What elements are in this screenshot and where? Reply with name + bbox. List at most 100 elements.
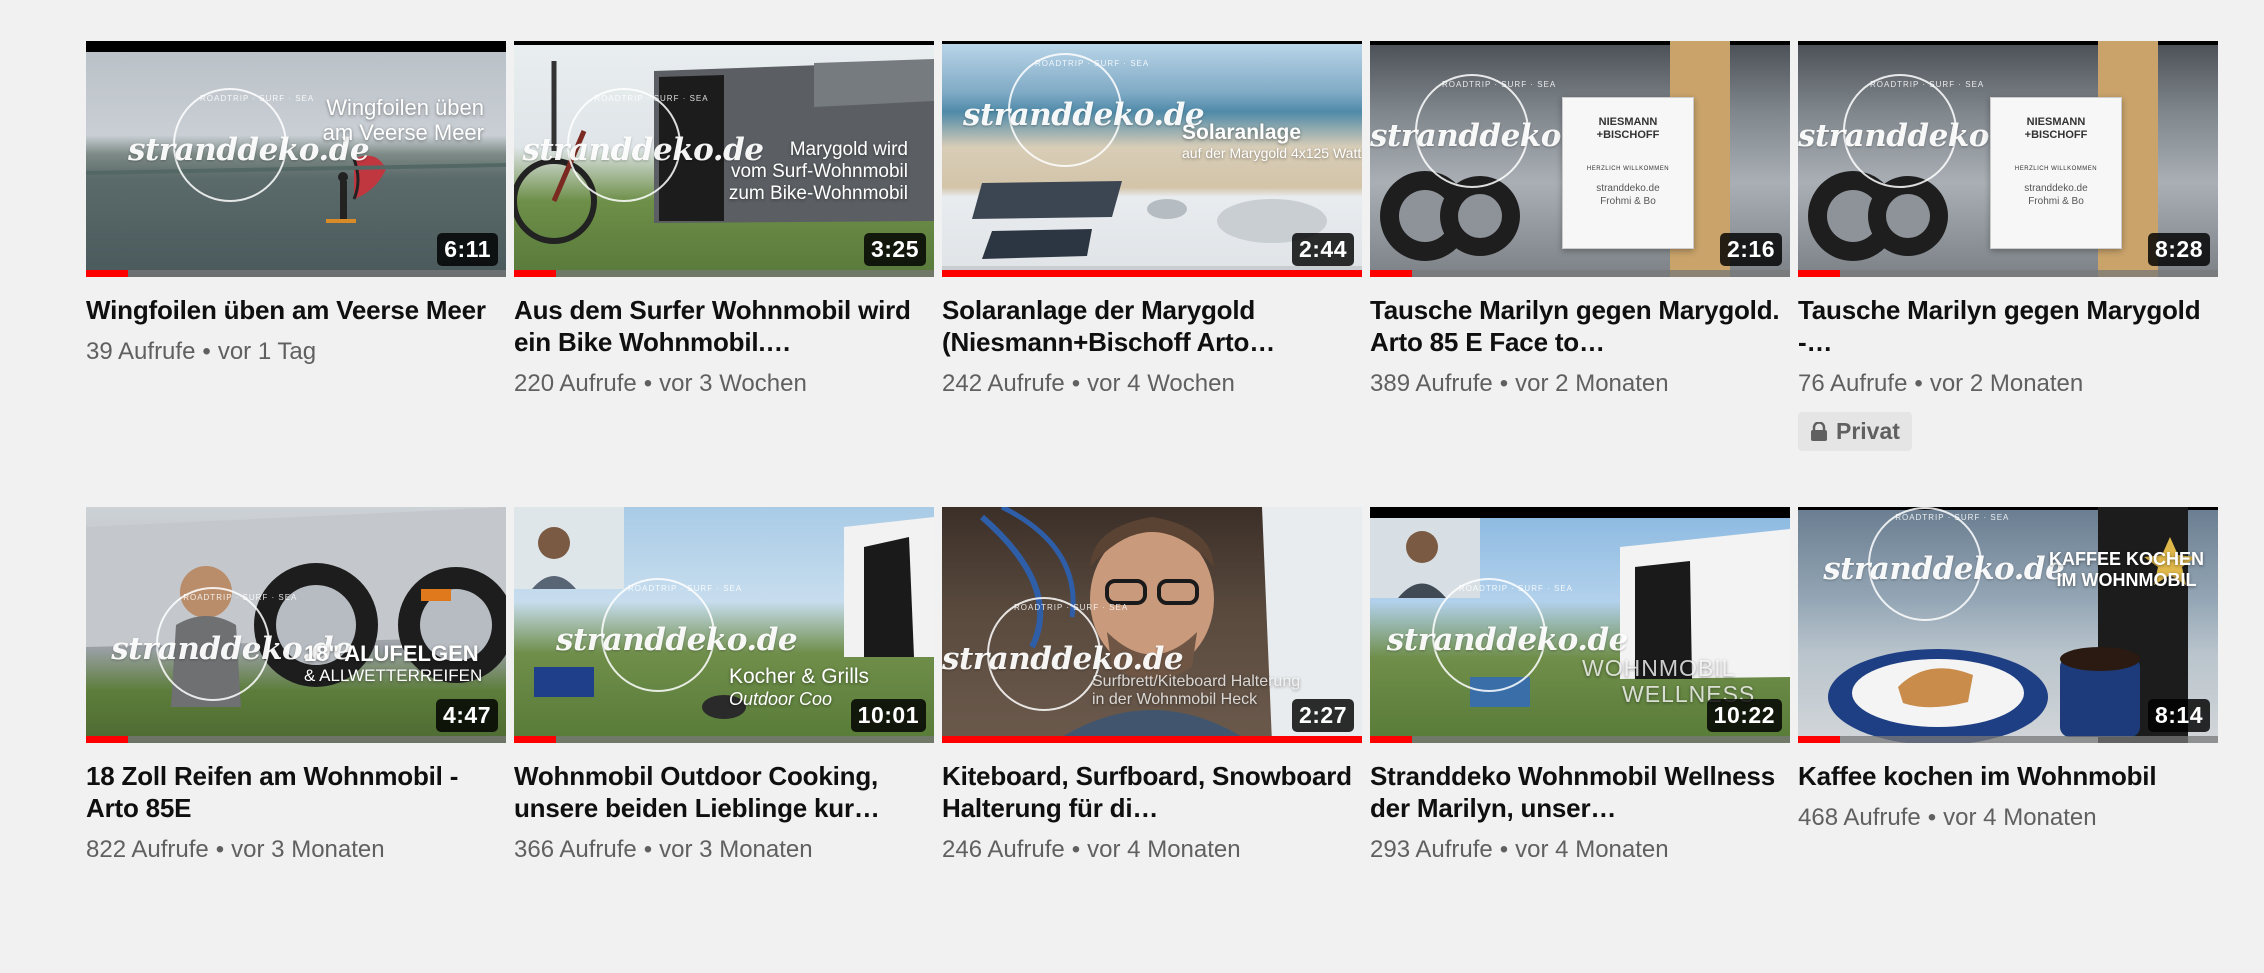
brand-logo: ROADTRIP · SURF · SEA stranddeko.de	[556, 577, 798, 708]
watch-progress-track	[1798, 270, 2218, 277]
video-title[interactable]: Aus dem Surfer Wohnmobil wird ein Bike W…	[514, 294, 934, 358]
watch-progress-fill	[86, 736, 128, 743]
watch-progress-track	[1370, 270, 1790, 277]
video-title[interactable]: Wingfoilen üben am Veerse Meer	[86, 294, 506, 326]
thumbnail-overlay-text: 18" ALUFELGEN & ALLWETTERREIFEN	[304, 641, 483, 686]
video-card[interactable]: ROADTRIP · SURF · SEA stranddeko.de Surf…	[942, 507, 1362, 973]
video-title[interactable]: 18 Zoll Reifen am Wohnmobil - Arto 85E	[86, 760, 506, 824]
video-card[interactable]: ROADTRIP · SURF · SEA stranddeko.de 18" …	[86, 507, 506, 973]
view-count: 468 Aufrufe	[1798, 804, 1921, 831]
watch-progress-fill	[1798, 270, 1840, 277]
brand-logo: ROADTRIP · SURF · SEA stranddeko.de	[963, 52, 1205, 183]
video-thumbnail[interactable]: ROADTRIP · SURF · SEA stranddeko.de 18" …	[86, 507, 506, 743]
thumbnail-overlay-text: Kocher & Grills Outdoor Coo	[729, 665, 870, 710]
upload-age: vor 3 Monaten	[231, 836, 385, 863]
view-count: 293 Aufrufe	[1370, 836, 1493, 863]
video-title[interactable]: Kiteboard, Surfboard, Snowboard Halterun…	[942, 760, 1362, 824]
visibility-label: Privat	[1836, 418, 1900, 444]
watch-progress-track	[514, 270, 934, 277]
video-meta: 220 Aufrufe • vor 3 Wochen	[514, 370, 807, 397]
watch-progress-fill	[1370, 270, 1412, 277]
brand-logo: ROADTRIP · SURF · SEA stranddeko.de	[1387, 577, 1628, 708]
brand-logo: ROADTRIP · SURF · SEA stranddeko.de	[128, 88, 370, 218]
watch-progress-fill	[1798, 736, 1840, 743]
upload-age: vor 2 Monaten	[1929, 370, 2084, 397]
duration-badge: 2:27	[1291, 699, 1354, 732]
brand-logo: ROADTRIP · SURF · SEA stranddeko.de	[1798, 74, 2040, 204]
lock-icon	[1811, 421, 1827, 441]
video-card[interactable]: ROADTRIP · SURF · SEA stranddeko.de NIES…	[1798, 41, 2218, 507]
video-title[interactable]: Stranddeko Wohnmobil Wellness der Marily…	[1370, 760, 1790, 824]
video-thumbnail[interactable]: ROADTRIP · SURF · SEA stranddeko.de Wing…	[86, 41, 506, 277]
video-meta: 293 Aufrufe • vor 4 Monaten	[1370, 836, 1669, 863]
view-count: 242 Aufrufe	[942, 370, 1065, 397]
brand-logo: ROADTRIP · SURF · SEA stranddeko.de	[1823, 507, 2065, 637]
video-card[interactable]: ROADTRIP · SURF · SEA stranddeko.de NIES…	[1370, 41, 1790, 507]
watch-progress-track	[942, 270, 1362, 277]
video-thumbnail[interactable]: ROADTRIP · SURF · SEA stranddeko.de Surf…	[942, 507, 1362, 743]
video-thumbnail[interactable]: ROADTRIP · SURF · SEA stranddeko.de Mary…	[514, 41, 934, 277]
video-thumbnail[interactable]: ROADTRIP · SURF · SEA stranddeko.de NIES…	[1798, 41, 2218, 277]
duration-badge: 4:47	[435, 699, 498, 732]
video-card[interactable]: ROADTRIP · SURF · SEA stranddeko.de Sola…	[942, 41, 1362, 507]
video-title[interactable]: Kaffee kochen im Wohnmobil	[1798, 760, 2218, 792]
view-count: 39 Aufrufe	[86, 338, 196, 365]
duration-badge: 2:44	[1291, 233, 1354, 266]
visibility-badge: Privat	[1798, 412, 1912, 451]
video-meta: 468 Aufrufe • vor 4 Monaten	[1798, 804, 2097, 831]
watch-progress-fill	[514, 736, 556, 743]
duration-badge: 6:11	[437, 233, 498, 266]
video-title[interactable]: Solaranlage der Marygold (Niesmann+Bisch…	[942, 294, 1362, 358]
view-count: 246 Aufrufe	[942, 836, 1065, 863]
upload-age: vor 2 Monaten	[1515, 370, 1669, 397]
watch-progress-track	[942, 736, 1362, 743]
view-count: 822 Aufrufe	[86, 836, 209, 863]
brand-logo: ROADTRIP · SURF · SEA stranddeko.de	[522, 88, 764, 218]
view-count: 389 Aufrufe	[1370, 370, 1493, 397]
video-card[interactable]: ROADTRIP · SURF · SEA stranddeko.de KAFF…	[1798, 507, 2218, 973]
watch-progress-fill	[1370, 736, 1412, 743]
video-title[interactable]: Tausche Marilyn gegen Marygold -…	[1798, 294, 2218, 358]
watch-progress-fill	[86, 270, 128, 277]
brand-logo: ROADTRIP · SURF · SEA stranddeko.de	[111, 587, 353, 717]
duration-badge: 3:25	[863, 233, 926, 266]
view-count: 366 Aufrufe	[514, 836, 637, 863]
watch-progress-track	[86, 736, 506, 743]
view-count: 76 Aufrufe	[1798, 370, 1908, 397]
video-card[interactable]: ROADTRIP · SURF · SEA stranddeko.de Koch…	[514, 507, 934, 973]
watch-progress-track	[1798, 736, 2218, 743]
dealer-welcome-sign: NIESMANN +BISCHOFF HERZLICH WILLKOMMEN s…	[1562, 97, 1694, 249]
watch-progress-fill	[514, 270, 556, 277]
video-thumbnail[interactable]: ROADTRIP · SURF · SEA stranddeko.de WOHN…	[1370, 507, 1790, 743]
video-thumbnail[interactable]: ROADTRIP · SURF · SEA stranddeko.de NIES…	[1370, 41, 1790, 277]
video-meta: 389 Aufrufe • vor 2 Monaten	[1370, 370, 1669, 397]
upload-age: vor 3 Monaten	[659, 836, 813, 863]
video-thumbnail[interactable]: ROADTRIP · SURF · SEA stranddeko.de Koch…	[514, 507, 934, 743]
upload-age: vor 4 Monaten	[1943, 804, 2097, 831]
upload-age: vor 4 Monaten	[1087, 836, 1241, 863]
video-thumbnail[interactable]: ROADTRIP · SURF · SEA stranddeko.de KAFF…	[1798, 507, 2218, 743]
video-meta: 76 Aufrufe • vor 2 Monaten	[1798, 370, 2084, 397]
video-title[interactable]: Tausche Marilyn gegen Marygold. Arto 85 …	[1370, 294, 1790, 358]
video-thumbnail[interactable]: ROADTRIP · SURF · SEA stranddeko.de Sola…	[942, 41, 1362, 277]
video-meta: 39 Aufrufe • vor 1 Tag	[86, 338, 317, 365]
duration-badge: 10:01	[850, 699, 926, 732]
view-count: 220 Aufrufe	[514, 370, 637, 397]
video-title[interactable]: Wohnmobil Outdoor Cooking, unsere beiden…	[514, 760, 934, 824]
watch-progress-track	[514, 736, 934, 743]
video-meta: 242 Aufrufe • vor 4 Wochen	[942, 370, 1235, 397]
watch-progress-track	[86, 270, 506, 277]
upload-age: vor 3 Wochen	[659, 370, 807, 397]
thumbnail-overlay-text: Surfbrett/Kiteboard Halterung in der Woh…	[1092, 673, 1301, 709]
watch-progress-fill	[942, 270, 1362, 277]
thumbnail-overlay-text: Solaranlage auf der Marygold 4x125 Watt	[1182, 121, 1362, 162]
video-meta: 246 Aufrufe • vor 4 Monaten	[942, 836, 1241, 863]
duration-badge: 2:16	[1719, 233, 1782, 266]
dealer-welcome-sign: NIESMANN +BISCHOFF HERZLICH WILLKOMMEN s…	[1990, 97, 2122, 249]
brand-logo: ROADTRIP · SURF · SEA stranddeko.de	[1370, 74, 1612, 204]
video-card[interactable]: ROADTRIP · SURF · SEA stranddeko.de Wing…	[86, 41, 506, 507]
thumbnail-overlay-text: KAFFEE KOCHEN IM WOHNMOBIL	[2048, 549, 2204, 590]
video-card[interactable]: ROADTRIP · SURF · SEA stranddeko.de Mary…	[514, 41, 934, 507]
video-card[interactable]: ROADTRIP · SURF · SEA stranddeko.de WOHN…	[1370, 507, 1790, 973]
upload-age: vor 4 Monaten	[1515, 836, 1669, 863]
